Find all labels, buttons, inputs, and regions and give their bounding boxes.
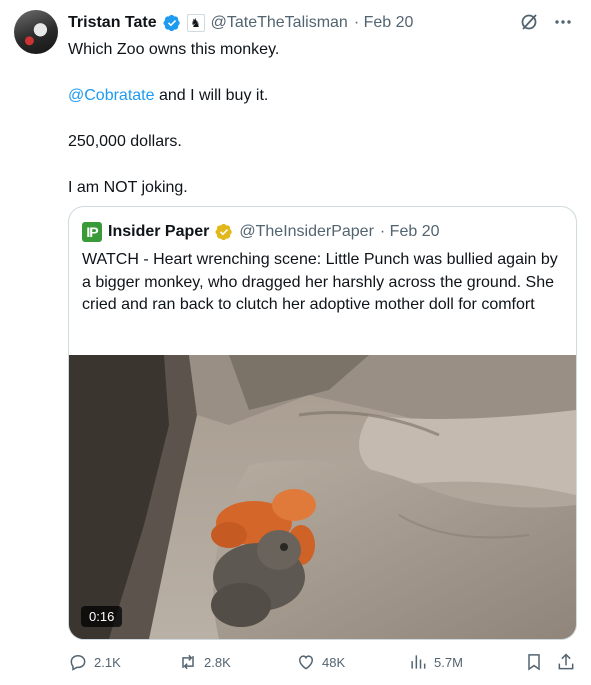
quoted-header: IP Insider Paper @TheInsiderPaper · Feb … [82, 222, 440, 242]
reply-button[interactable]: 2.1K [68, 650, 121, 674]
quoted-author-name[interactable]: Insider Paper [108, 223, 209, 241]
author-name[interactable]: Tristan Tate [68, 14, 157, 32]
like-button[interactable]: 48K [296, 650, 345, 674]
quoted-date[interactable]: · Feb 20 [380, 223, 440, 241]
verified-badge-icon [215, 223, 233, 241]
share-icon [558, 653, 574, 670]
bookmark-icon [528, 654, 540, 671]
tweet-top-actions [519, 12, 573, 37]
author-handle[interactable]: @TateTheTalisman [211, 14, 348, 32]
tweet-text: Which Zoo owns this monkey. @Cobratate a… [68, 38, 568, 199]
quoted-text: WATCH - Heart wrenching scene: Little Pu… [82, 251, 558, 313]
tweet-date[interactable]: · Feb 20 [354, 14, 414, 32]
video-player[interactable]: 0:16 [69, 355, 576, 639]
share-button[interactable] [556, 650, 576, 674]
quoted-tweet[interactable]: IP Insider Paper @TheInsiderPaper · Feb … [68, 206, 577, 640]
action-bar: 2.1K 2.8K 48K 5.7M [68, 650, 578, 674]
views-button[interactable]: 5.7M [408, 650, 463, 674]
more-icon[interactable] [553, 12, 573, 37]
tweet-line: I am NOT joking. [68, 179, 188, 196]
repost-icon [182, 654, 194, 670]
author-avatar[interactable] [14, 10, 58, 54]
repost-count: 2.8K [204, 654, 231, 670]
like-icon [298, 655, 314, 670]
video-duration: 0:16 [81, 606, 123, 627]
reply-icon [70, 654, 86, 671]
quoted-avatar[interactable]: IP [82, 222, 102, 242]
video-thumbnail [69, 355, 576, 639]
reply-count: 2.1K [94, 654, 121, 670]
tweet-line: Which Zoo owns this monkey. [68, 41, 280, 58]
quoted-handle[interactable]: @TheInsiderPaper [239, 223, 374, 241]
like-count: 48K [322, 654, 346, 670]
grok-icon[interactable] [519, 12, 539, 37]
views-count: 5.7M [434, 654, 463, 670]
verified-badge-icon [163, 14, 180, 32]
tweet-line: 250,000 dollars. [68, 133, 182, 150]
mention-link[interactable]: @Cobratate [68, 87, 155, 104]
tweet-line-rest: and I will buy it. [154, 87, 269, 104]
bookmark-button[interactable] [524, 650, 544, 674]
repost-button[interactable]: 2.8K [178, 650, 231, 674]
tweet-line: @Cobratate and I will buy it. [68, 84, 568, 107]
views-icon [411, 655, 426, 669]
chess-knight-icon: ♞ [186, 14, 205, 32]
tweet-header: Tristan Tate ♞ @TateTheTalisman · Feb 20 [68, 12, 413, 34]
